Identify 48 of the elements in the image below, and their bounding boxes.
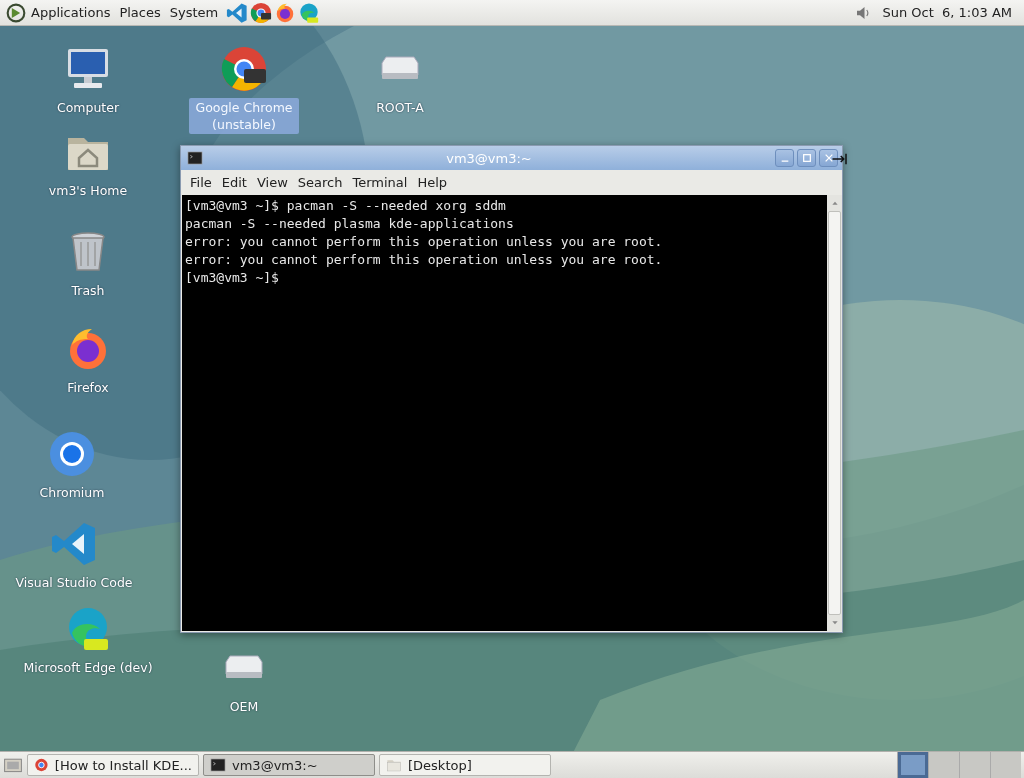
clock[interactable]: Sun Oct 6, 1:03 AM (882, 5, 1012, 20)
terminal-line: error: you cannot perform this operation unless you are root. (185, 251, 664, 269)
menu-item[interactable]: Terminal (347, 173, 413, 192)
chrome-icon[interactable] (220, 45, 268, 93)
menu-item[interactable]: File (185, 173, 217, 192)
minimize-button[interactable] (775, 149, 794, 167)
terminal-line: error: you cannot perform this operation unless you are root. (185, 233, 664, 251)
maximize-icon[interactable] (801, 153, 812, 163)
desktop-icon-label[interactable]: Trash (68, 281, 108, 300)
window-title: vm3@vm3:~ (445, 150, 533, 166)
distro-logo-icon[interactable] (6, 2, 26, 23)
menu-item[interactable]: Help (412, 173, 453, 192)
panel-menu[interactable]: System (169, 3, 219, 22)
chromium-icon[interactable] (48, 430, 96, 478)
taskbar-button[interactable]: [Desktop] (379, 754, 551, 776)
desktop-icon-label[interactable]: OEM (226, 697, 262, 716)
panel-menu[interactable]: Places (119, 3, 161, 22)
menu-item[interactable]: Search (292, 173, 348, 192)
task-label: [How to Install KDE... (54, 757, 192, 773)
taskbar-button[interactable]: [How to Install KDE... (27, 754, 199, 776)
chrome-icon (34, 757, 49, 773)
scroll-thumb[interactable] (828, 211, 841, 615)
edge-icon[interactable] (298, 1, 321, 24)
code-editor-icon[interactable] (50, 520, 98, 568)
desktop-icon-label[interactable]: vm3's Home (45, 181, 131, 200)
close-button[interactable] (819, 149, 838, 167)
desktop-icon-label[interactable]: Microsoft Edge (dev) (20, 658, 156, 677)
close-icon[interactable] (823, 153, 834, 163)
desktop-icon-label[interactable]: Chromium (36, 483, 108, 502)
scroll-up-icon[interactable] (830, 199, 839, 207)
taskbar-button[interactable]: vm3@vm3:~ (203, 754, 375, 776)
desktop-icon-label[interactable]: Firefox (64, 378, 112, 397)
folder-icon (386, 757, 402, 773)
terminal-line: [vm3@vm3 ~]$ (185, 269, 280, 287)
terminal-icon[interactable] (187, 150, 203, 166)
terminal-line: [vm3@vm3 ~]$ pacman -S --needed xorg sddm (185, 197, 507, 215)
task-label: vm3@vm3:~ (232, 757, 318, 773)
task-label: [Desktop] (408, 757, 472, 773)
terminal-line: pacman -S --needed plasma kde-applications (185, 215, 515, 233)
menu-item[interactable]: View (251, 173, 293, 192)
workspace-button[interactable] (897, 752, 928, 778)
scrollbar[interactable] (827, 195, 842, 631)
scroll-down-icon[interactable] (830, 619, 839, 627)
chrome-icon[interactable] (250, 1, 273, 24)
desktop-icon-label[interactable]: Computer (53, 98, 123, 117)
menu-item[interactable]: Edit (216, 173, 252, 192)
terminal-icon (210, 757, 226, 773)
panel-menu[interactable]: Applications (31, 3, 111, 22)
